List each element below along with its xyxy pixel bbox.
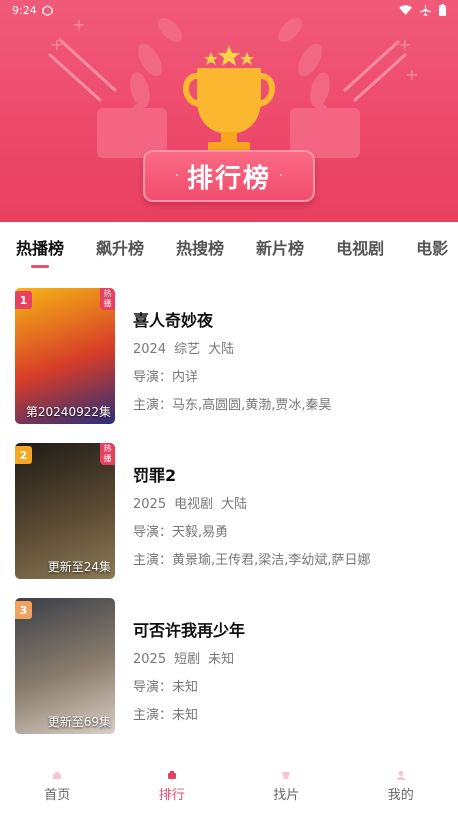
item-title[interactable]: 可否许我再少年 (133, 617, 448, 641)
status-bar: 9:24 (0, 0, 458, 20)
battery-icon (439, 4, 446, 16)
app-notification-icon (42, 4, 53, 16)
nav-ranking-label: 排行 (158, 788, 185, 803)
hot-badge: 热播 (100, 443, 115, 465)
tab-hot-playing[interactable]: 热播榜 (16, 235, 64, 259)
item-meta: 2024 综艺 大陆 (133, 338, 448, 357)
hero-title-plate: · 排行榜 · (143, 150, 315, 202)
rank-badge: 3 (15, 601, 32, 619)
hot-badge: 热播 (100, 288, 115, 310)
item-region: 大陆 (221, 497, 248, 512)
profile-icon (396, 771, 405, 780)
svg-text:+: + (405, 65, 418, 84)
list-item[interactable]: 3 更新至69集 可否许我再少年 2025 短剧 未知 导演：未知 主演：未知 (0, 595, 458, 750)
svg-text:+: + (50, 35, 63, 54)
item-info: 可否许我再少年 2025 短剧 未知 导演：未知 主演：未知 (133, 617, 448, 732)
episode-label: 更新至24集 (47, 560, 111, 574)
hero-title-dot-right: · (279, 168, 284, 184)
item-meta: 2025 短剧 未知 (133, 648, 448, 667)
airplane-mode-icon (420, 4, 431, 16)
svg-text:+: + (398, 35, 411, 54)
tab-tv-series[interactable]: 电视剧 (336, 235, 384, 259)
item-year: 2025 (133, 652, 167, 667)
item-title[interactable]: 喜人奇妙夜 (133, 307, 448, 331)
tab-hot-search[interactable]: 热搜榜 (176, 235, 224, 259)
nav-find-film[interactable]: 找片 (229, 770, 344, 814)
poster-image[interactable]: 3 更新至69集 (15, 598, 115, 734)
rank-badge: 2 (15, 446, 32, 464)
episode-label: 第20240922集 (25, 405, 111, 419)
bottom-navigation: 首页 排行 找片 我的 (0, 770, 458, 814)
item-cast: 主演：黄景瑜,王传君,梁洁,李幼斌,萨日娜 (133, 553, 371, 568)
item-year: 2025 (133, 497, 167, 512)
list-item[interactable]: 1 热播 第20240922集 喜人奇妙夜 2024 综艺 大陆 导演：内详 主演：… (0, 285, 458, 440)
list-item[interactable]: 2 热播 更新至24集 罚罪2 2025 电视剧 大陆 导演：天毅,易勇 主演：黄景… (0, 440, 458, 595)
item-director: 导演：天毅,易勇 (133, 525, 229, 540)
item-region: 大陆 (208, 342, 235, 357)
item-title[interactable]: 罚罪2 (133, 462, 448, 486)
item-info: 罚罪2 2025 电视剧 大陆 导演：天毅,易勇 主演：黄景瑜,王传君,梁洁,李幼斌… (133, 462, 448, 577)
item-cast: 主演：马东,高圆圆,黄渤,贾冰,秦昊 (133, 398, 332, 413)
ranking-list: 1 热播 第20240922集 喜人奇妙夜 2024 综艺 大陆 导演：内详 主演：… (0, 285, 458, 750)
episode-label: 更新至69集 (47, 715, 111, 729)
item-cast: 主演：未知 (133, 708, 199, 723)
tab-movies[interactable]: 电影 (416, 235, 448, 259)
wifi-icon (399, 5, 412, 15)
item-meta: 2025 电视剧 大陆 (133, 493, 448, 512)
nav-profile-label: 我的 (387, 788, 414, 803)
item-director: 导演：内详 (133, 370, 199, 385)
home-icon (53, 771, 62, 779)
status-time: 9:24 (12, 3, 37, 17)
item-genre: 电视剧 (174, 497, 214, 512)
tab-new-release[interactable]: 新片榜 (256, 235, 304, 259)
ranking-tabs: 热播榜 飙升榜 热搜榜 新片榜 电视剧 电影 (0, 222, 458, 272)
poster-image[interactable]: 1 热播 第20240922集 (15, 288, 115, 424)
item-info: 喜人奇妙夜 2024 综艺 大陆 导演：内详 主演：马东,高圆圆,黄渤,贾冰,秦昊 (133, 307, 448, 422)
ranking-icon (167, 771, 176, 779)
item-genre: 短剧 (174, 652, 201, 667)
nav-home[interactable]: 首页 (0, 770, 115, 814)
item-genre: 综艺 (174, 342, 201, 357)
rank-badge: 1 (15, 291, 32, 309)
poster-image[interactable]: 2 热播 更新至24集 (15, 443, 115, 579)
nav-profile[interactable]: 我的 (344, 770, 458, 814)
nav-home-label: 首页 (44, 788, 71, 803)
item-region: 未知 (208, 652, 235, 667)
nav-find-film-label: 找片 (273, 788, 300, 803)
item-director: 导演：未知 (133, 680, 199, 695)
search-film-icon (282, 772, 291, 779)
tab-rising[interactable]: 飙升榜 (96, 235, 144, 259)
hero-title-dot-left: · (174, 168, 179, 184)
item-year: 2024 (133, 342, 167, 357)
hero-banner: + + + + 9:24 · 排行榜 · (0, 0, 458, 222)
page-title: 排行榜 (186, 163, 271, 194)
nav-ranking[interactable]: 排行 (115, 770, 230, 814)
